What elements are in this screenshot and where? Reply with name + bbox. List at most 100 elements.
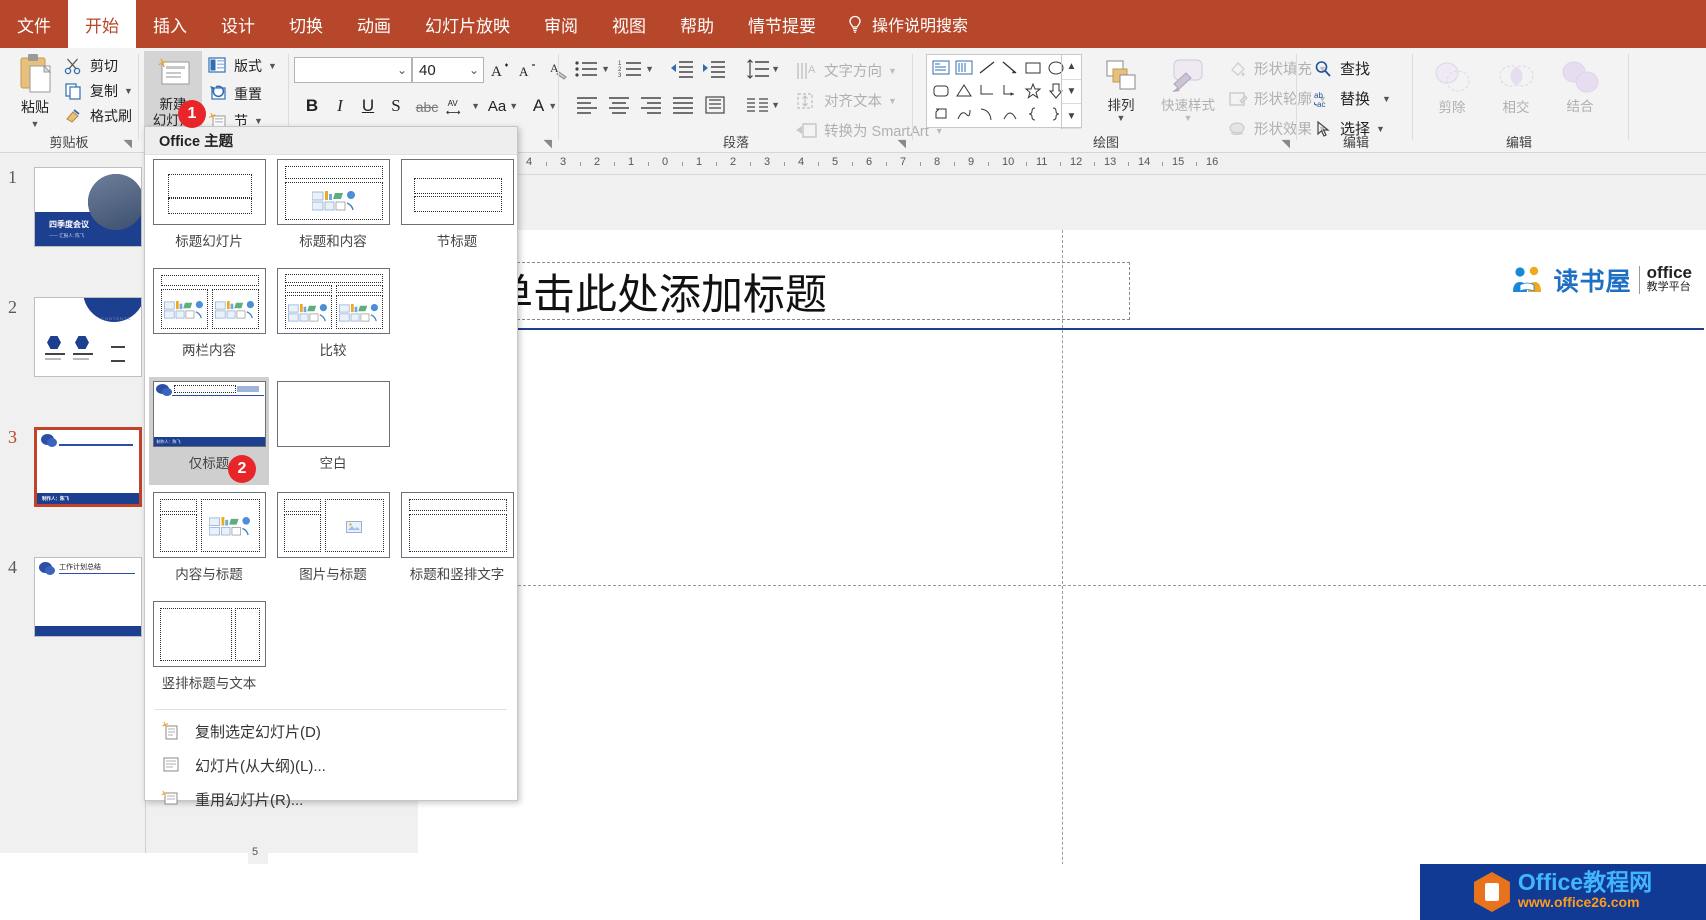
italic-button[interactable]: I: [328, 94, 352, 118]
shapes-gallery-scroll[interactable]: ▲ ▼ ▼: [1061, 55, 1081, 129]
align-center-button[interactable]: [608, 96, 630, 119]
shapes-gallery[interactable]: ▲ ▼ ▼: [926, 54, 1082, 128]
slide-thumbnail-1[interactable]: 四季度会议 —— 汇报人: 陈飞: [34, 167, 142, 247]
shapes-more-icon[interactable]: ▼: [1062, 104, 1081, 129]
paragraph-dialog-launcher[interactable]: ◥: [898, 137, 906, 150]
tab-review[interactable]: 审阅: [527, 0, 595, 48]
layout-title-vertical-text[interactable]: 标题和竖排文字: [397, 492, 517, 590]
cut-button[interactable]: 剪切: [64, 56, 118, 76]
arrange-button[interactable]: 排列 ▼: [1092, 56, 1150, 123]
shape-line-icon[interactable]: [975, 57, 998, 79]
shapes-scroll-up-icon[interactable]: ▲: [1062, 55, 1081, 80]
replace-button[interactable]: abac 替换 ▼: [1314, 88, 1391, 109]
underline-button[interactable]: U: [356, 94, 380, 118]
arrange-dropdown-caret[interactable]: ▼: [1117, 113, 1126, 123]
shape-textbox-icon[interactable]: [929, 57, 952, 79]
layout-dropdown-caret[interactable]: ▼: [268, 61, 277, 71]
slide-surface[interactable]: 单击此处添加标题 读书屋 office 教学平台: [418, 230, 1706, 920]
layout-picture-caption[interactable]: 图片与标题: [273, 492, 393, 590]
chevron-down-icon[interactable]: ⌄: [397, 63, 407, 77]
title-placeholder[interactable]: 单击此处添加标题: [482, 262, 1130, 320]
tab-slideshow[interactable]: 幻灯片放映: [408, 0, 527, 48]
tab-home[interactable]: 开始: [68, 0, 136, 48]
shape-rounded-rect-icon[interactable]: [929, 80, 952, 102]
decrease-font-size-button[interactable]: A: [516, 58, 542, 82]
bold-button[interactable]: B: [300, 94, 324, 118]
shape-cube-icon[interactable]: [929, 103, 952, 125]
decrease-indent-button[interactable]: [670, 59, 694, 84]
shape-vertical-textbox-icon[interactable]: [952, 57, 975, 79]
copy-button[interactable]: 复制 ▼: [64, 81, 133, 101]
subtract-button[interactable]: 剪除: [1424, 58, 1480, 115]
shape-freeform-icon[interactable]: [952, 103, 975, 125]
tab-view[interactable]: 视图: [595, 0, 663, 48]
slides-from-outline-command[interactable]: 幻灯片(从大纲)(L)...: [151, 749, 511, 781]
reuse-slides-command[interactable]: 重用幻灯片(R)...: [151, 783, 511, 815]
columns-button[interactable]: ▼: [746, 96, 770, 119]
strikethrough-button[interactable]: abc: [412, 96, 442, 118]
paste-dropdown-caret[interactable]: ▼: [31, 119, 40, 129]
slide-thumbnail-2[interactable]: 目录 CONTENTS: [34, 297, 142, 377]
line-spacing-button[interactable]: ▼: [746, 58, 770, 85]
shape-curve-icon[interactable]: [975, 103, 998, 125]
find-button[interactable]: 查找: [1314, 58, 1370, 79]
new-slide-layout-gallery[interactable]: Office 主题 标题幻灯片 标题和内容: [144, 126, 518, 801]
shape-arrow-icon[interactable]: [998, 57, 1021, 79]
layout-title-content[interactable]: 标题和内容: [273, 159, 393, 257]
replace-dropdown-caret[interactable]: ▼: [1382, 94, 1391, 104]
tab-help[interactable]: 帮助: [663, 0, 731, 48]
layout-title-slide[interactable]: 标题幻灯片: [149, 159, 269, 257]
quick-styles-dropdown-caret[interactable]: ▼: [1184, 113, 1193, 123]
layout-content-caption[interactable]: 内容与标题: [149, 492, 269, 590]
format-painter-button[interactable]: 格式刷: [64, 106, 132, 126]
layout-blank[interactable]: 空白: [273, 381, 393, 479]
shape-arc-icon[interactable]: [998, 103, 1021, 125]
section-dropdown-caret[interactable]: ▼: [254, 116, 263, 126]
shape-elbow-arrow-icon[interactable]: [998, 80, 1021, 102]
align-right-button[interactable]: [640, 96, 662, 119]
align-text-button[interactable]: 对齐文本 ▼: [796, 90, 897, 111]
layout-two-content[interactable]: 两栏内容: [149, 268, 269, 366]
font-name-input[interactable]: ⌄: [294, 57, 412, 83]
quick-styles-button[interactable]: 快速样式 ▼: [1154, 56, 1222, 123]
font-size-input[interactable]: 40 ⌄: [412, 57, 484, 83]
reset-button[interactable]: 重置: [208, 84, 262, 104]
tab-insert[interactable]: 插入: [136, 0, 204, 48]
tell-me-search[interactable]: 操作说明搜索: [833, 12, 982, 36]
distribute-button[interactable]: [704, 96, 726, 119]
slide-thumbnail-panel[interactable]: 1 四季度会议 —— 汇报人: 陈飞 2 目录 CONTENTS: [0, 153, 146, 853]
chevron-down-icon[interactable]: ⌄: [469, 63, 479, 77]
duplicate-selected-slides-command[interactable]: 复制选定幻灯片(D): [151, 715, 511, 747]
text-shadow-button[interactable]: S: [384, 94, 408, 118]
shape-left-brace-icon[interactable]: [1021, 103, 1044, 125]
tab-animations[interactable]: 动画: [340, 0, 408, 48]
tab-file[interactable]: 文件: [0, 0, 68, 48]
numbering-button[interactable]: 123 ▼: [618, 58, 644, 85]
intersect-button[interactable]: 相交: [1488, 58, 1544, 115]
shape-rectangle-icon[interactable]: [1021, 57, 1044, 79]
shape-star-icon[interactable]: [1021, 80, 1044, 102]
union-button[interactable]: 结合: [1552, 58, 1608, 114]
font-dialog-launcher[interactable]: ◥: [544, 137, 552, 150]
change-case-button[interactable]: Aa▼: [486, 94, 520, 118]
copy-dropdown-caret[interactable]: ▼: [124, 86, 133, 96]
clipboard-dialog-launcher[interactable]: ◥: [124, 137, 132, 150]
paste-button[interactable]: 粘贴 ▼: [8, 53, 62, 133]
tab-storyboard[interactable]: 情节提要: [731, 0, 833, 48]
shape-elbow-connector-icon[interactable]: [975, 80, 998, 102]
text-direction-button[interactable]: A 文字方向 ▼: [796, 60, 897, 81]
layout-comparison[interactable]: 比较: [273, 268, 393, 366]
font-color-button[interactable]: A▼: [528, 94, 562, 118]
increase-indent-button[interactable]: [702, 59, 726, 84]
shape-triangle-icon[interactable]: [952, 80, 975, 102]
tab-transitions[interactable]: 切换: [272, 0, 340, 48]
shapes-scroll-down-icon[interactable]: ▼: [1062, 80, 1081, 105]
justify-button[interactable]: [672, 96, 694, 119]
slide-thumbnail-3[interactable]: 制作人：陈飞: [34, 427, 142, 507]
drawing-dialog-launcher[interactable]: ◥: [1282, 137, 1290, 150]
layout-button[interactable]: 版式 ▼: [208, 56, 277, 76]
layout-vertical-title-text[interactable]: 竖排标题与文本: [149, 601, 269, 699]
layout-section-header[interactable]: 节标题: [397, 159, 517, 257]
character-spacing-button[interactable]: AV ▼: [446, 94, 480, 118]
slide-thumbnail-4[interactable]: 工作计划总结: [34, 557, 142, 637]
